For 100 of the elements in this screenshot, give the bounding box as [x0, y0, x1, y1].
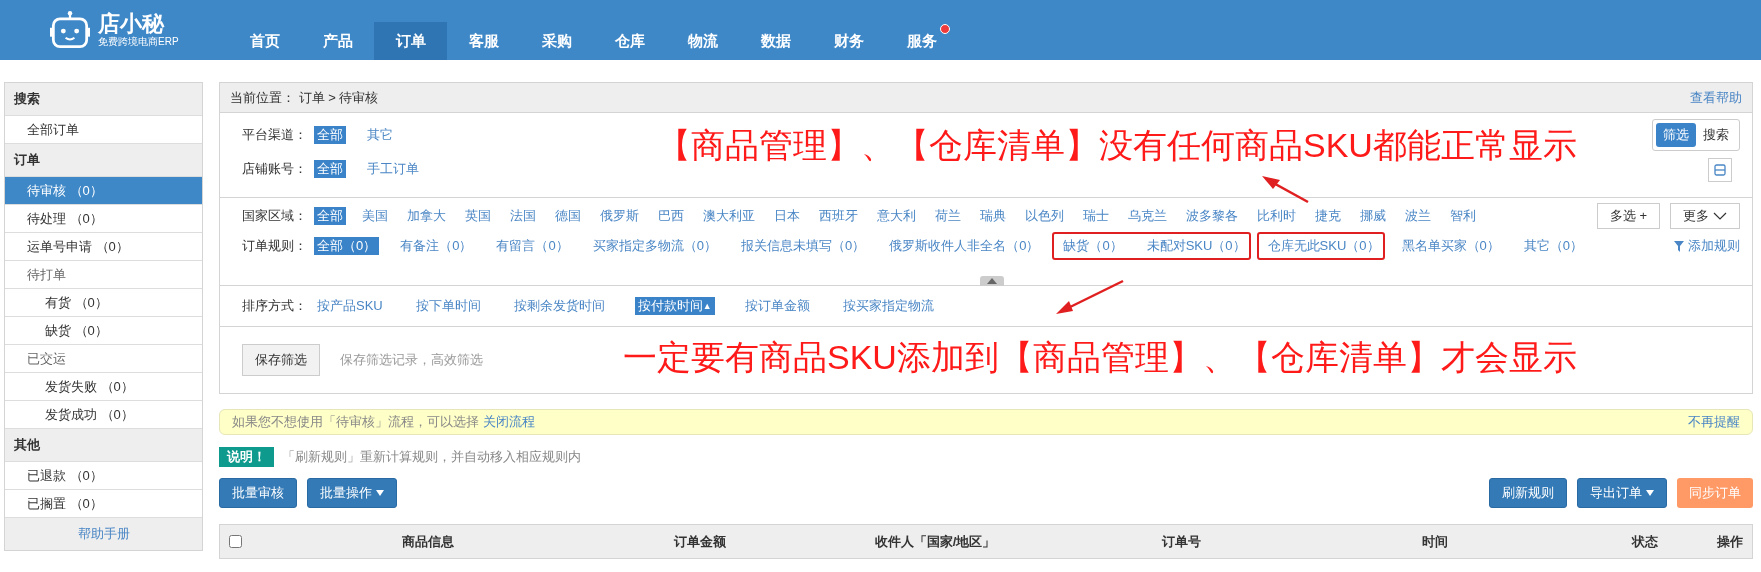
notice-text: 如果您不想使用「待审核」流程，可以选择 关闭流程 — [232, 413, 535, 431]
sort-option[interactable]: 按付款时间▲ — [634, 297, 715, 315]
filter-option[interactable]: 缺货（0） — [1060, 237, 1126, 255]
breadcrumb: 当前位置： 订单 > 待审核 — [230, 88, 379, 107]
filter-option[interactable]: 报关信息未填写（0） — [737, 237, 869, 255]
filter-option[interactable]: 全部 — [314, 160, 346, 178]
filter-option[interactable]: 瑞士 — [1080, 207, 1112, 225]
nav-tab[interactable]: 仓库 — [593, 22, 666, 60]
sort-option[interactable]: 按下单时间 — [412, 297, 484, 315]
filter-option[interactable]: 瑞典 — [977, 207, 1009, 225]
filter-label: 国家区域： — [242, 207, 308, 225]
action-button[interactable]: 批量操作 — [307, 478, 397, 508]
column-header: 订单号 — [1160, 532, 1202, 551]
filter-option[interactable]: 美国 — [359, 207, 391, 225]
help-link[interactable]: 查看帮助 — [1690, 88, 1742, 107]
sort-option[interactable]: 按订单金额 — [741, 297, 813, 315]
sort-label: 排序方式： — [242, 297, 308, 315]
column-header: 时间 — [1421, 532, 1449, 551]
logo-tagline: 免费跨境电商ERP — [98, 36, 179, 48]
nav-tab[interactable]: 财务 — [812, 22, 885, 60]
filter-option[interactable]: 意大利 — [874, 207, 919, 225]
nav-tab[interactable]: 采购 — [520, 22, 593, 60]
sidebar-heading: 其他 — [5, 429, 202, 462]
action-button[interactable]: 同步订单 — [1677, 478, 1753, 508]
layout-button[interactable] — [1708, 158, 1732, 182]
filter-option[interactable]: 有备注（0） — [397, 237, 476, 255]
filter-option[interactable]: 乌克兰 — [1125, 207, 1170, 225]
filter-option[interactable]: 德国 — [552, 207, 584, 225]
filter-label: 平台渠道： — [242, 126, 308, 144]
action-button[interactable]: 刷新规则 — [1489, 478, 1567, 508]
collapse-tab[interactable] — [980, 276, 1004, 286]
filter-option[interactable]: 手工订单 — [364, 160, 422, 178]
filter-option[interactable]: 其它（0） — [1520, 237, 1587, 255]
filter-option[interactable]: 买家指定多物流（0） — [589, 237, 720, 255]
multi-select-button[interactable]: 多选 + — [1596, 203, 1660, 229]
column-header: 订单金额 — [673, 532, 727, 551]
filter-label: 订单规则： — [242, 237, 308, 255]
add-rule-link[interactable]: 添加规则 — [1674, 237, 1740, 255]
chevron-down-icon — [1713, 212, 1727, 220]
note-text: 「刷新规则」重新计算规则，并自动移入相应规则内 — [282, 448, 581, 466]
save-filter-button[interactable]: 保存筛选 — [242, 344, 320, 376]
nav-tab[interactable]: 客服 — [447, 22, 520, 60]
filter-option[interactable]: 俄罗斯 — [597, 207, 642, 225]
filter-option[interactable]: 其它 — [364, 126, 396, 144]
action-button[interactable]: 导出订单 — [1577, 478, 1667, 508]
filter-option[interactable]: 以色列 — [1022, 207, 1067, 225]
select-all-checkbox[interactable] — [228, 535, 242, 548]
filter-option[interactable]: 智利 — [1447, 207, 1479, 225]
filter-option[interactable]: 捷克 — [1312, 207, 1344, 225]
filter-option[interactable]: 全部 — [314, 126, 346, 144]
sidebar-item[interactable]: 待审核 （0） — [5, 177, 202, 205]
sidebar-heading: 订单 — [5, 144, 202, 177]
filter-option[interactable]: 全部（0） — [314, 237, 380, 255]
logo-name: 店小秘 — [98, 12, 166, 36]
sort-option[interactable]: 按剩余发货时间 — [510, 297, 608, 315]
filter-option[interactable]: 黑名单买家（0） — [1398, 237, 1503, 255]
close-workflow-link[interactable]: 关闭流程 — [482, 414, 535, 429]
filter-option[interactable]: 加拿大 — [404, 207, 449, 225]
filter-option[interactable]: 日本 — [771, 207, 803, 225]
filter-option[interactable]: 俄罗斯收件人非全名（0） — [886, 237, 1043, 255]
column-header: 收件人「国家/地区」 — [873, 532, 997, 551]
nav-tab[interactable]: 物流 — [666, 22, 739, 60]
filter-option[interactable]: 挪威 — [1357, 207, 1389, 225]
caret-up-icon — [987, 278, 997, 284]
filter-option[interactable]: 波兰 — [1402, 207, 1434, 225]
robot-logo-icon — [50, 10, 90, 50]
sort-option[interactable]: 按买家指定物流 — [839, 297, 937, 315]
note-badge: 说明！ — [219, 447, 274, 467]
filter-option[interactable]: 法国 — [507, 207, 539, 225]
filter-option[interactable]: 巴西 — [655, 207, 687, 225]
filter-label: 店铺账号： — [242, 160, 308, 178]
nav-tab[interactable]: 服务 — [885, 22, 958, 60]
filter-option[interactable]: 仓库无此SKU（0） — [1264, 237, 1383, 255]
view-tab[interactable]: 筛选 — [1656, 123, 1696, 147]
nav-tab[interactable]: 数据 — [739, 22, 812, 60]
layout-icon — [1714, 164, 1726, 176]
filter-option[interactable]: 有留言（0） — [493, 237, 572, 255]
sort-option[interactable]: 按产品SKU — [314, 297, 386, 315]
nav-tab[interactable]: 产品 — [301, 22, 374, 60]
sidebar-heading: 搜索 — [5, 83, 202, 116]
filter-option[interactable]: 英国 — [462, 207, 494, 225]
annotation-arrow — [1262, 176, 1309, 204]
column-header: 操作 — [1715, 532, 1744, 551]
nav-tab[interactable]: 订单 — [374, 22, 447, 60]
filter-option[interactable]: 波多黎各 — [1183, 207, 1241, 225]
action-button[interactable]: 批量审核 — [219, 478, 297, 508]
annotation-text: 【商品管理】、【仓库清单】没有任何商品SKU都能正常显示 — [657, 125, 1577, 165]
dismiss-link[interactable]: 不再提醒 — [1688, 413, 1740, 431]
filter-option[interactable]: 全部 — [314, 207, 346, 225]
nav-tab[interactable]: 首页 — [228, 22, 301, 60]
filter-option[interactable]: 荷兰 — [932, 207, 964, 225]
annotation-text: 一定要有商品SKU添加到【商品管理】、【仓库清单】才会显示 — [623, 337, 1577, 377]
column-header: 商品信息 — [400, 532, 455, 551]
filter-option[interactable]: 未配对SKU（0） — [1143, 237, 1249, 255]
more-button[interactable]: 更多 — [1670, 203, 1740, 229]
filter-option[interactable]: 澳大利亚 — [700, 207, 758, 225]
filter-option[interactable]: 西班牙 — [816, 207, 861, 225]
annotation-arrow — [1056, 279, 1124, 314]
help-manual-link[interactable]: 帮助手册 — [5, 518, 202, 550]
filter-option[interactable]: 比利时 — [1254, 207, 1299, 225]
